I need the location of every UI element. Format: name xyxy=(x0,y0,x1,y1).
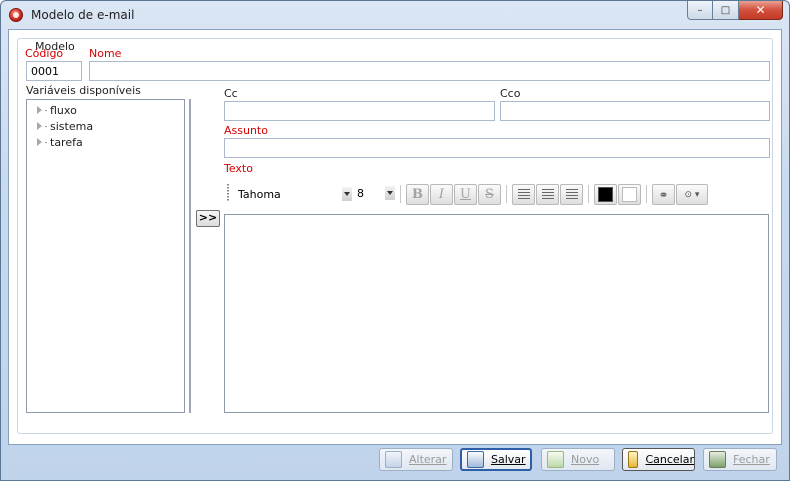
client-area: Modelo Código 0001 Nome Variáveis dispon… xyxy=(8,29,782,445)
new-icon xyxy=(547,451,564,468)
font-size-select[interactable]: 8 xyxy=(355,184,395,204)
cc-label: Cc xyxy=(224,87,238,100)
tree-item-label: fluxo xyxy=(50,103,77,117)
cc-input[interactable] xyxy=(224,101,495,121)
minimize-button[interactable]: – xyxy=(687,1,713,20)
strikethrough-button[interactable]: S xyxy=(478,184,501,205)
tree-dot-icon xyxy=(45,125,47,127)
cancelar-button[interactable]: Cancelar xyxy=(622,448,695,471)
alterar-button[interactable]: Alterar xyxy=(379,448,453,471)
variaveis-label: Variáveis disponíveis xyxy=(26,84,141,97)
align-left-button[interactable] xyxy=(512,184,535,205)
options-icon: ⊙ ▾ xyxy=(684,189,700,200)
chevron-down-icon[interactable] xyxy=(385,186,395,200)
salvar-label: Salvar xyxy=(491,453,526,466)
text-color-swatch xyxy=(598,187,613,202)
cco-label: Cco xyxy=(500,87,521,100)
expand-arrow-icon[interactable] xyxy=(37,122,42,130)
variables-tree[interactable]: fluxo sistema tarefa xyxy=(26,99,185,413)
codigo-label: Código xyxy=(25,47,64,60)
align-center-icon xyxy=(541,189,554,200)
align-center-button[interactable] xyxy=(536,184,559,205)
assunto-label: Assunto xyxy=(224,124,268,137)
insert-link-button[interactable]: ⚭ xyxy=(652,184,675,205)
maximize-button[interactable]: □ xyxy=(713,1,739,20)
codigo-input[interactable]: 0001 xyxy=(26,61,82,81)
window-title: Modelo de e-mail xyxy=(31,8,135,22)
font-family-value: Tahoma xyxy=(238,188,281,201)
align-left-icon xyxy=(517,189,530,200)
nome-input[interactable] xyxy=(89,61,770,81)
alterar-label: Alterar xyxy=(409,453,447,466)
assunto-input[interactable] xyxy=(224,138,770,158)
tree-item-label: sistema xyxy=(50,119,94,133)
tree-item-fluxo[interactable]: fluxo xyxy=(27,102,184,118)
toolbar-divider xyxy=(588,185,589,203)
italic-button[interactable]: I xyxy=(430,184,453,205)
align-right-button[interactable] xyxy=(560,184,583,205)
novo-label: Novo xyxy=(571,453,600,466)
font-size-value: 8 xyxy=(357,187,364,200)
tree-dot-icon xyxy=(45,141,47,143)
fechar-label: Fechar xyxy=(733,453,770,466)
message-body-editor[interactable] xyxy=(224,214,769,413)
cco-input[interactable] xyxy=(500,101,770,121)
text-color-button[interactable] xyxy=(594,184,617,205)
tree-item-label: tarefa xyxy=(50,135,83,149)
tree-item-sistema[interactable]: sistema xyxy=(27,118,184,134)
texto-label: Texto xyxy=(224,162,253,175)
panel-splitter[interactable] xyxy=(189,99,191,413)
fechar-button[interactable]: Fechar xyxy=(703,448,777,471)
exit-door-icon xyxy=(709,451,726,468)
novo-button[interactable]: Novo xyxy=(541,448,615,471)
background-color-swatch xyxy=(622,187,637,202)
salvar-button[interactable]: Salvar xyxy=(460,448,532,471)
bold-button[interactable]: B xyxy=(406,184,429,205)
expand-arrow-icon[interactable] xyxy=(37,138,42,146)
add-variable-button[interactable]: >> xyxy=(196,210,220,227)
title-bar[interactable]: Modelo de e-mail – □ ✕ xyxy=(1,1,789,29)
window-controls: – □ ✕ xyxy=(687,1,783,21)
more-options-dropdown[interactable]: ⊙ ▾ xyxy=(676,184,708,205)
main-window: Modelo de e-mail – □ ✕ Modelo Código 000… xyxy=(0,0,790,481)
tree-item-tarefa[interactable]: tarefa xyxy=(27,134,184,150)
close-button[interactable]: ✕ xyxy=(739,1,783,20)
underline-button[interactable]: U xyxy=(454,184,477,205)
tree-dot-icon xyxy=(45,109,47,111)
app-logo-icon xyxy=(9,8,23,22)
warning-icon xyxy=(628,451,639,468)
font-family-select[interactable]: Tahoma xyxy=(235,184,353,204)
edit-icon xyxy=(385,451,402,468)
expand-arrow-icon[interactable] xyxy=(37,106,42,114)
background-color-button[interactable] xyxy=(618,184,641,205)
toolbar-divider xyxy=(646,185,647,203)
toolbar-divider xyxy=(400,185,401,203)
cancelar-label: Cancelar xyxy=(645,453,694,466)
save-icon xyxy=(467,451,484,468)
link-icon: ⚭ xyxy=(658,187,669,202)
nome-label: Nome xyxy=(89,47,122,60)
align-right-icon xyxy=(565,189,578,200)
chevron-down-icon[interactable] xyxy=(342,187,352,201)
format-toolbar: Tahoma 8 B I U S ⚭ ⊙ ▾ xyxy=(224,181,712,207)
toolbar-grip[interactable] xyxy=(227,184,229,202)
toolbar-divider xyxy=(506,185,507,203)
